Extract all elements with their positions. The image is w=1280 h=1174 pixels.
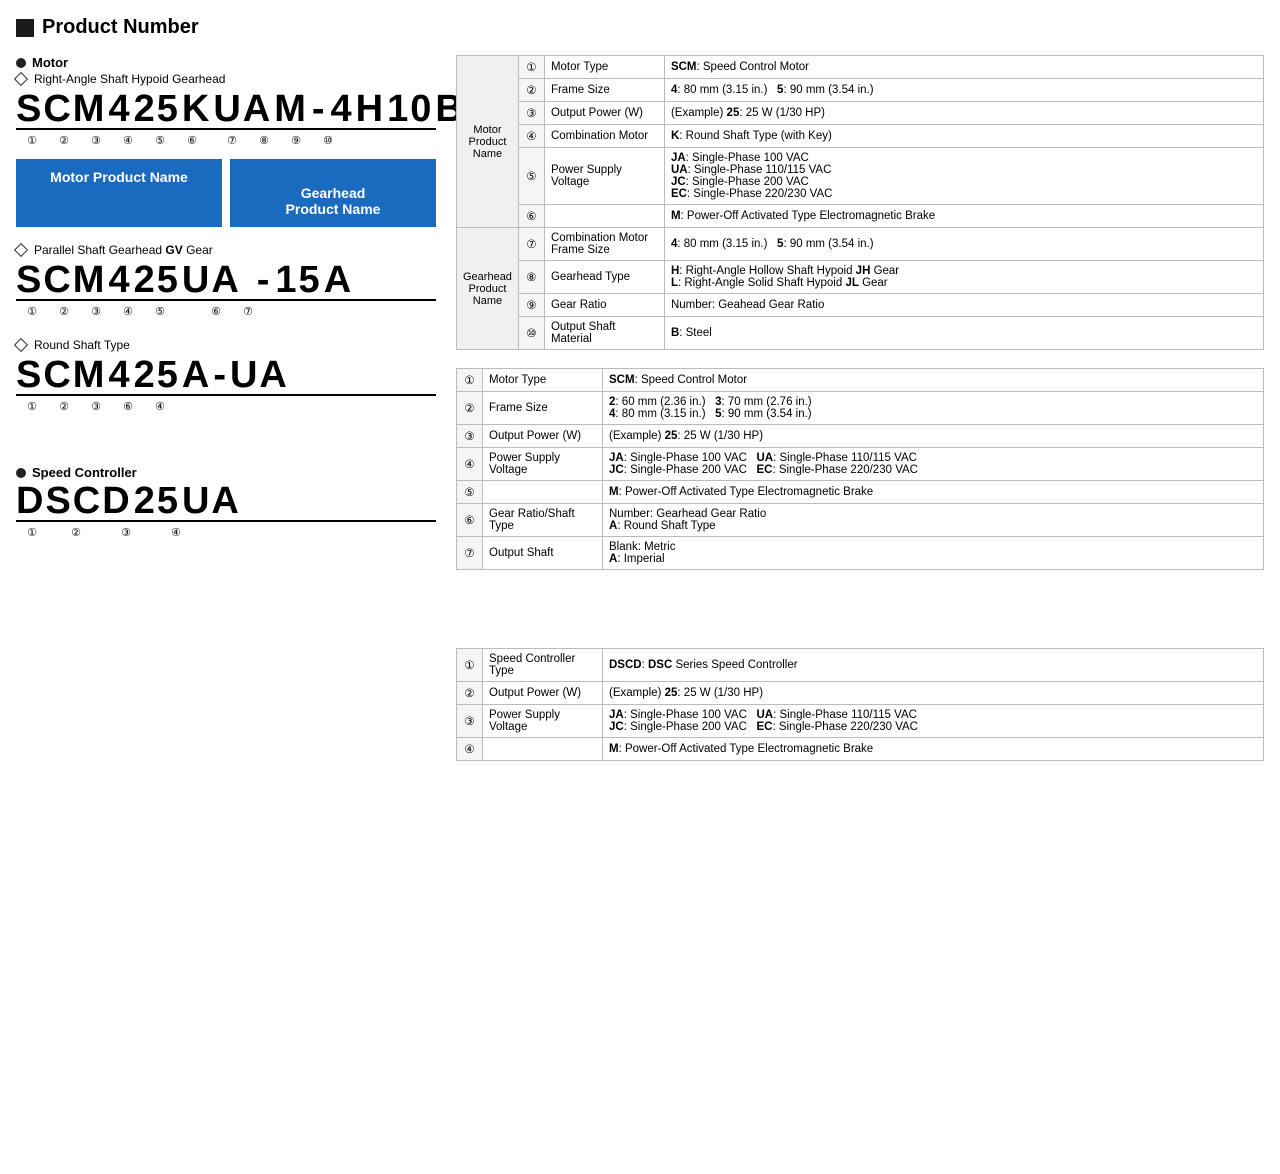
gearhead2-heading: Parallel Shaft Gearhead GV Gear: [16, 243, 436, 257]
circle-row-3: ① ② ③ ⑥ ④: [16, 400, 436, 413]
table-row: ② Output Power (W) (Example) 25: 25 W (1…: [457, 682, 1264, 705]
table-row: ① Motor Type SCM: Speed Control Motor: [457, 369, 1264, 392]
gearhead-group-label: GearheadProductName: [457, 228, 519, 350]
table-row: ⑤ M: Power-Off Activated Type Electromag…: [457, 481, 1264, 504]
product-number-2: SCM 4 25 UA - 15 A: [16, 261, 436, 301]
motor-group-label: MotorProductName: [457, 56, 519, 228]
table-row: ⑧ Gearhead Type H: Right-Angle Hollow Sh…: [457, 261, 1264, 294]
gearhead1-heading: Right-Angle Shaft Hypoid Gearhead: [16, 72, 436, 86]
speed-controller-heading: Speed Controller: [16, 465, 436, 480]
table-row: ③ Power Supply Voltage JA: Single-Phase …: [457, 705, 1264, 738]
table-row: GearheadProductName ⑦ Combination MotorF…: [457, 228, 1264, 261]
page-title: Product Number: [16, 16, 1264, 39]
gearhead-product-name-box: GearheadProduct Name: [230, 159, 436, 227]
table-row: ⑨ Gear Ratio Number: Geahead Gear Ratio: [457, 294, 1264, 317]
motor-product-name-box: Motor Product Name: [16, 159, 222, 227]
circle-num-1-1: ①: [518, 56, 544, 79]
speed-ctrl-bullet-icon: [16, 468, 26, 478]
table-row: MotorProductName ① Motor Type SCM: Speed…: [457, 56, 1264, 79]
product-number-1: SCM 4 25 K UA M - 4 H 10 B: [16, 90, 436, 130]
circle-row-2: ① ② ③ ④ ⑤ ⑥ ⑦: [16, 305, 436, 318]
table-row: ④ Power Supply Voltage JA: Single-Phase …: [457, 448, 1264, 481]
label-boxes: Motor Product Name GearheadProduct Name: [16, 159, 436, 227]
table-row: ⑩ Output Shaft Material B: Steel: [457, 317, 1264, 350]
diamond3-icon: [14, 338, 28, 352]
spec-table-2: ① Motor Type SCM: Speed Control Motor ② …: [456, 368, 1264, 570]
diamond1-icon: [14, 72, 28, 86]
motor-heading: Motor: [16, 55, 436, 70]
round-shaft-heading: Round Shaft Type: [16, 338, 436, 352]
table-row: ③ Output Power (W) (Example) 25: 25 W (1…: [457, 425, 1264, 448]
table-row: ⑦ Output Shaft Blank: Metric A: Imperial: [457, 537, 1264, 570]
circle-row-sc: ① ② ③ ④: [16, 526, 436, 539]
product-number-3: SCM 4 25 A - UA: [16, 356, 436, 396]
spec-table-3: ① Speed ControllerType DSCD: DSC Series …: [456, 648, 1264, 761]
table-row: ⑥ M: Power-Off Activated Type Electromag…: [457, 205, 1264, 228]
right-column: MotorProductName ① Motor Type SCM: Speed…: [456, 55, 1264, 779]
table-row: ① Speed ControllerType DSCD: DSC Series …: [457, 649, 1264, 682]
table-row: ④ Combination Motor K: Round Shaft Type …: [457, 125, 1264, 148]
table-row: ② Frame Size 2: 60 mm (2.36 in.) 3: 70 m…: [457, 392, 1264, 425]
table-row: ④ M: Power-Off Activated Type Electromag…: [457, 738, 1264, 761]
title-square-icon: [16, 19, 34, 37]
table-row: ② Frame Size 4: 80 mm (3.15 in.) 5: 90 m…: [457, 79, 1264, 102]
circle-row-1: ① ② ③ ④ ⑤ ⑥ ⑦ ⑧ ⑨ ⑩: [16, 134, 436, 147]
motor-bullet-icon: [16, 58, 26, 68]
diamond2-icon: [14, 243, 28, 257]
left-column: Motor Right-Angle Shaft Hypoid Gearhead …: [16, 55, 436, 779]
spec-table-1: MotorProductName ① Motor Type SCM: Speed…: [456, 55, 1264, 350]
table-row: ⑤ Power Supply Voltage JA: Single-Phase …: [457, 148, 1264, 205]
table-row: ③ Output Power (W) (Example) 25: 25 W (1…: [457, 102, 1264, 125]
table-row: ⑥ Gear Ratio/ShaftType Number: Gearhead …: [457, 504, 1264, 537]
speed-ctrl-product-number: DSCD 25 UA: [16, 482, 436, 522]
